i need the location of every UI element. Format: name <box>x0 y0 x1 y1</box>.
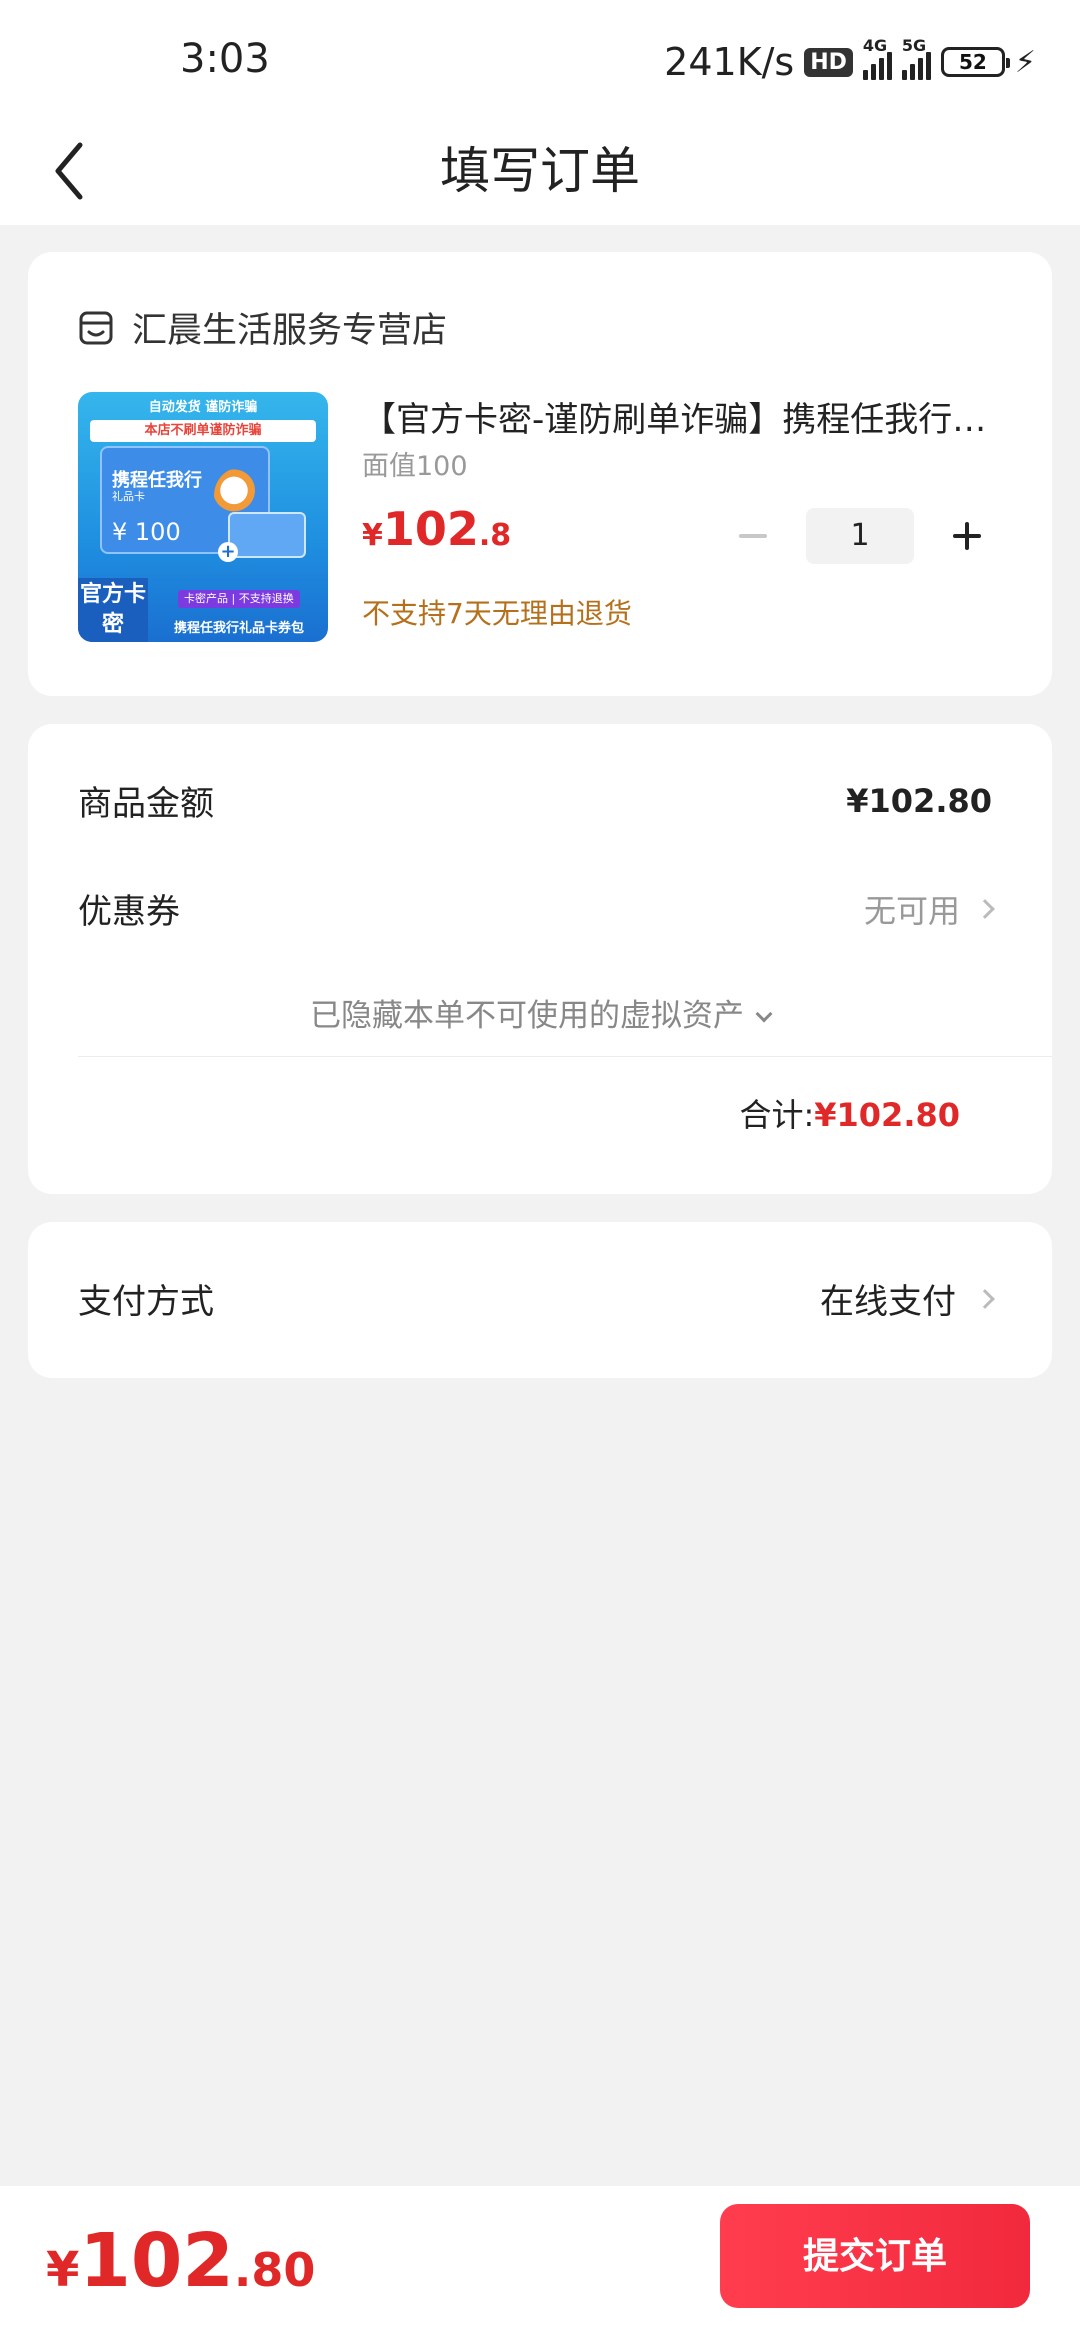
signal-4g-icon: 4G <box>862 36 892 80</box>
battery-icon: 52 <box>940 47 1010 77</box>
image-official-label: 官方卡密 <box>78 578 148 642</box>
image-card-sub: 礼品卡 <box>112 490 145 503</box>
price-currency: ¥ <box>362 518 383 553</box>
status-time: 3:03 <box>180 36 270 82</box>
order-total: 合计:¥102.80 <box>739 1090 960 1136</box>
coupon-value-group: 无可用 <box>863 886 995 932</box>
quantity-value[interactable]: 1 <box>806 508 914 564</box>
header: 填写订单 <box>0 120 1080 225</box>
image-top-text: 自动发货 谨防诈骗 <box>148 400 258 415</box>
goods-amount-value: ¥102.80 <box>846 781 992 820</box>
payment-method-value: 在线支付 <box>820 1282 956 1322</box>
image-card-value: ¥ 100 <box>112 518 181 546</box>
total-label: 合计: <box>739 1096 815 1134</box>
status-bar: 3:03 241K/s HD 4G 5G 52 ⚡ <box>0 0 1080 120</box>
network-type-4g: 4G <box>862 36 888 55</box>
product-price: ¥102.8 <box>362 502 511 556</box>
store-name: 汇晨生活服务专营店 <box>132 311 448 351</box>
submit-order-button[interactable]: 提交订单 <box>720 2204 1030 2308</box>
page-title: 填写订单 <box>440 142 640 200</box>
product-spec: 面值100 <box>362 451 468 482</box>
increase-quantity-button[interactable] <box>942 508 992 564</box>
network-type-5g: 5G <box>901 36 927 55</box>
goods-amount-row: 商品金额 ¥102.80 <box>78 776 992 825</box>
price-summary-card: 商品金额 ¥102.80 优惠券 无可用 已隐藏本单不可使用的虚拟资产 合计:¥… <box>28 724 1052 1194</box>
divider <box>78 1056 1052 1057</box>
signal-5g-icon: 5G <box>901 36 931 80</box>
bottom-price-currency: ¥ <box>46 2242 80 2298</box>
image-bottom-text: 携程任我行礼品卡券包 <box>173 621 304 636</box>
image-tag: 卡密产品 | 不支持退换 <box>178 590 300 608</box>
payment-method-value-group: 在线支付 <box>820 1274 995 1323</box>
quantity-stepper: 1 <box>728 508 992 564</box>
chevron-right-icon <box>975 1288 995 1309</box>
product-image[interactable]: 自动发货 谨防诈骗 本店不刷单谨防诈骗 携程任我行 礼品卡 ¥ 100 + 官方… <box>78 392 328 642</box>
bottom-price-integer: 102 <box>79 2218 234 2304</box>
image-second-card <box>228 512 306 558</box>
bottom-price-decimal: .80 <box>233 2243 316 2297</box>
total-value: ¥102.80 <box>814 1096 960 1134</box>
payment-method-label: 支付方式 <box>78 1282 214 1322</box>
coupon-row[interactable]: 优惠券 无可用 <box>78 884 995 933</box>
status-indicators: 241K/s HD 4G 5G 52 ⚡ <box>664 36 1036 86</box>
bottom-total-price: ¥102.80 <box>46 2218 315 2304</box>
hidden-assets-toggle[interactable]: 已隐藏本单不可使用的虚拟资产 <box>28 990 1052 1035</box>
product-title[interactable]: 【官方卡密-谨防刷单诈骗】携程任我行礼品卡 <box>362 392 1012 441</box>
charging-icon: ⚡ <box>1014 44 1036 80</box>
chevron-down-icon <box>755 1005 773 1023</box>
plus-icon: + <box>218 542 238 562</box>
battery-level: 52 <box>959 50 987 74</box>
store-row[interactable]: 汇晨生活服务专营店 <box>78 302 447 353</box>
chevron-right-icon <box>975 898 995 919</box>
price-integer: 102 <box>382 502 479 556</box>
price-decimal: .8 <box>478 518 512 553</box>
payment-method-row[interactable]: 支付方式 在线支付 <box>78 1274 995 1323</box>
hidden-assets-text: 已隐藏本单不可使用的虚拟资产 <box>310 998 744 1034</box>
network-speed: 241K/s <box>664 40 795 84</box>
payment-method-card[interactable]: 支付方式 在线支付 <box>28 1222 1052 1378</box>
return-policy-notice: 不支持7天无理由退货 <box>362 597 632 630</box>
goods-amount-label: 商品金额 <box>78 784 214 824</box>
bottom-bar: ¥102.80 提交订单 <box>0 2186 1080 2340</box>
coupon-value: 无可用 <box>863 891 960 930</box>
store-icon <box>79 311 113 344</box>
product-card: 汇晨生活服务专营店 自动发货 谨防诈骗 本店不刷单谨防诈骗 携程任我行 礼品卡 … <box>28 252 1052 696</box>
decrease-quantity-button[interactable] <box>728 508 778 564</box>
image-warn-text: 本店不刷单谨防诈骗 <box>90 420 316 442</box>
minus-icon <box>739 534 767 538</box>
hd-icon: HD <box>804 47 853 77</box>
coupon-label: 优惠券 <box>78 892 180 932</box>
